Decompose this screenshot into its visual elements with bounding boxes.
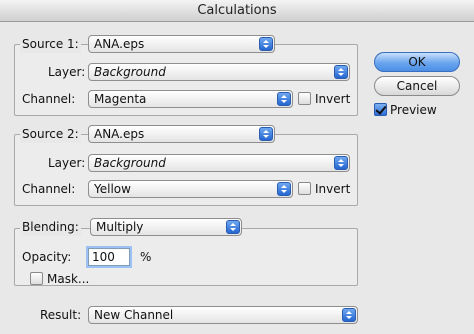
opacity-input[interactable]: 100 [88, 248, 130, 266]
popup-arrows-icon [334, 65, 348, 79]
mask-checkbox[interactable] [30, 272, 43, 285]
opacity-unit: % [140, 250, 152, 264]
result-label: Result: [40, 308, 82, 322]
mask-label: Mask... [47, 272, 90, 286]
source2-layer-value: Background [94, 156, 166, 170]
popup-arrows-icon [334, 156, 348, 170]
blending-mode-value: Multiply [96, 220, 144, 234]
source1-channel-label: Channel: [22, 92, 76, 106]
source2-layer-popup[interactable]: Background [88, 154, 350, 172]
popup-arrows-icon [277, 182, 291, 196]
result-value: New Channel [94, 308, 174, 322]
ok-button[interactable]: OK [374, 52, 460, 72]
source1-channel-value: Magenta [94, 92, 147, 106]
source1-layer-label: Layer: [48, 65, 86, 79]
source1-invert-label: Invert [315, 92, 351, 106]
window-title: Calculations [197, 3, 277, 18]
preview-label: Preview [390, 103, 437, 117]
source1-layer-value: Background [94, 65, 166, 79]
source2-channel-value: Yellow [94, 182, 131, 196]
cancel-button[interactable]: Cancel [374, 76, 460, 96]
source1-file-value: ANA.eps [94, 37, 145, 51]
source2-layer-label: Layer: [48, 156, 86, 170]
source1-file-popup[interactable]: ANA.eps [88, 35, 275, 53]
preview-checkbox[interactable] [374, 103, 387, 116]
source2-file-popup[interactable]: ANA.eps [88, 125, 275, 143]
popup-arrows-icon [259, 37, 273, 51]
source1-label: Source 1: [20, 35, 81, 53]
source2-invert-checkbox[interactable] [298, 182, 311, 195]
popup-arrows-icon [259, 127, 273, 141]
source2-channel-label: Channel: [22, 182, 76, 196]
source2-invert-label: Invert [315, 182, 351, 196]
blending-label: Blending: [20, 218, 81, 236]
source1-invert-checkbox[interactable] [298, 92, 311, 105]
source1-layer-popup[interactable]: Background [88, 63, 350, 81]
title-bar: Calculations [0, 0, 474, 22]
source2-file-value: ANA.eps [94, 127, 145, 141]
source2-label: Source 2: [20, 125, 81, 143]
popup-arrows-icon [277, 92, 291, 106]
blending-mode-popup[interactable]: Multiply [90, 218, 242, 236]
source1-channel-popup[interactable]: Magenta [88, 90, 293, 108]
popup-arrows-icon [226, 220, 240, 234]
opacity-label: Opacity: [22, 250, 72, 264]
result-popup[interactable]: New Channel [88, 306, 358, 324]
popup-arrows-icon [342, 308, 356, 322]
source2-channel-popup[interactable]: Yellow [88, 180, 293, 198]
